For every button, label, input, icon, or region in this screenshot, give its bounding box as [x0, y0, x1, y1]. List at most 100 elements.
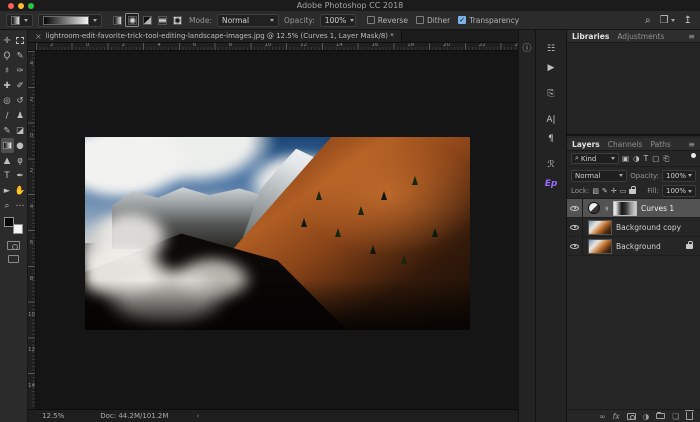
- extension-panel-icon[interactable]: Ep: [536, 174, 566, 193]
- filter-shape-layers-icon[interactable]: ▢: [652, 154, 659, 163]
- share-icon[interactable]: ↥: [684, 15, 692, 26]
- history-brush-tool[interactable]: ↺: [14, 93, 27, 108]
- reflected-gradient-button[interactable]: [155, 13, 169, 27]
- zoom-window-button[interactable]: [28, 3, 34, 9]
- lock-transparency-icon[interactable]: ▨: [592, 187, 599, 195]
- screen-mode-button[interactable]: [8, 255, 19, 263]
- background-color-swatch[interactable]: [13, 224, 23, 234]
- layer-name[interactable]: Curves 1: [641, 204, 674, 213]
- tab-libraries[interactable]: Libraries: [572, 32, 609, 41]
- blend-mode-select[interactable]: Normal: [571, 170, 627, 182]
- lock-artboard-icon[interactable]: ▭: [620, 187, 627, 195]
- filter-adjustment-layers-icon[interactable]: ◑: [633, 154, 640, 163]
- rectangular-marquee-tool[interactable]: [14, 33, 27, 48]
- tab-adjustments[interactable]: Adjustments: [617, 32, 664, 41]
- pattern-stamp-tool[interactable]: ♟: [14, 108, 27, 123]
- eye-icon[interactable]: [570, 242, 579, 251]
- character-panel-icon[interactable]: A|: [536, 110, 566, 129]
- hand-tool[interactable]: ✋: [14, 183, 27, 198]
- layer-row-background-copy[interactable]: Background copy: [567, 218, 700, 237]
- layer-name[interactable]: Background: [616, 242, 661, 251]
- layer-row-background[interactable]: Background: [567, 237, 700, 256]
- brush-tool[interactable]: ✐: [14, 78, 27, 93]
- type-tool[interactable]: T: [1, 168, 14, 183]
- layer-mask-thumbnail[interactable]: [613, 201, 637, 216]
- workspace-switcher-icon[interactable]: ❐: [660, 15, 675, 26]
- filter-smart-objects-icon[interactable]: ⎗: [663, 154, 669, 164]
- eye-icon[interactable]: [570, 223, 579, 232]
- gradient-picker[interactable]: [38, 14, 102, 27]
- clone-stamp-tool[interactable]: ◎: [1, 93, 14, 108]
- linear-gradient-button[interactable]: [110, 13, 124, 27]
- dither-checkbox-box[interactable]: [416, 16, 424, 24]
- dodge-tool[interactable]: φ: [14, 153, 27, 168]
- clone-source-panel-icon[interactable]: ⎘: [536, 84, 566, 103]
- foreground-color-swatch[interactable]: [4, 217, 14, 227]
- layer-row-curves[interactable]: ∞ Curves 1: [567, 199, 700, 218]
- filter-toggle-light[interactable]: [691, 153, 696, 158]
- reverse-checkbox[interactable]: Reverse: [367, 16, 408, 25]
- new-group-icon[interactable]: [656, 413, 665, 419]
- reverse-checkbox-box[interactable]: [367, 16, 375, 24]
- pen-tool[interactable]: ✒: [14, 168, 27, 183]
- mixer-brush-tool[interactable]: ∕: [1, 108, 14, 123]
- transparency-checkbox-box[interactable]: ✓: [458, 16, 466, 24]
- add-layer-mask-icon[interactable]: [627, 413, 636, 420]
- lock-pixels-icon[interactable]: ✎: [602, 187, 608, 195]
- layer-thumbnail[interactable]: [588, 220, 612, 235]
- fill-select[interactable]: 100%: [662, 185, 696, 197]
- mask-link-icon[interactable]: ∞: [603, 206, 610, 211]
- delete-layer-icon[interactable]: [686, 412, 693, 420]
- zoom-level-field[interactable]: 12.5%: [42, 412, 64, 420]
- art-history-brush-tool[interactable]: ✎: [1, 123, 14, 138]
- eyedropper-tool[interactable]: ✑: [14, 63, 27, 78]
- layers-opacity-select[interactable]: 100%: [662, 170, 696, 182]
- eraser-tool[interactable]: ◪: [14, 123, 27, 138]
- actions-panel-icon[interactable]: ▶: [536, 58, 566, 77]
- angle-gradient-button[interactable]: [140, 13, 154, 27]
- canvas[interactable]: [36, 51, 518, 409]
- quick-mask-button[interactable]: [7, 241, 20, 250]
- paragraph-panel-icon[interactable]: ¶: [536, 129, 566, 148]
- visibility-cell[interactable]: [567, 237, 583, 255]
- radial-gradient-button[interactable]: [125, 13, 139, 27]
- filter-kind-select[interactable]: ⌕ Kind: [571, 153, 619, 164]
- path-selection-tool[interactable]: ►: [1, 183, 14, 198]
- filter-pixel-layers-icon[interactable]: ▣: [622, 154, 629, 163]
- mode-select[interactable]: Normal: [217, 14, 279, 27]
- tab-channels[interactable]: Channels: [608, 140, 643, 149]
- new-layer-icon[interactable]: ❏: [672, 412, 679, 421]
- spot-healing-brush-tool[interactable]: ✚: [1, 78, 14, 93]
- filter-type-layers-icon[interactable]: T: [644, 154, 649, 163]
- crop-tool[interactable]: ♯: [1, 63, 14, 78]
- ruler-horizontal[interactable]: 2024681012141618202224: [36, 43, 518, 51]
- minimize-window-button[interactable]: [18, 3, 24, 9]
- panel-menu-icon[interactable]: ≡: [688, 32, 695, 41]
- opacity-select[interactable]: 100%: [320, 14, 356, 27]
- lock-all-icon[interactable]: [629, 189, 636, 194]
- glyphs-panel-icon[interactable]: ℛ: [536, 155, 566, 174]
- edit-toolbar-button[interactable]: ⋯: [14, 198, 27, 213]
- blur-tool[interactable]: ●: [14, 138, 27, 153]
- tab-paths[interactable]: Paths: [650, 140, 670, 149]
- zoom-tool[interactable]: ⌕: [1, 198, 14, 213]
- visibility-cell[interactable]: [567, 218, 583, 236]
- status-menu-chevron-icon[interactable]: ›: [196, 412, 199, 420]
- transparency-checkbox[interactable]: ✓Transparency: [458, 16, 519, 25]
- gradient-tool[interactable]: [1, 138, 14, 153]
- curves-adjustment-icon[interactable]: [588, 202, 600, 214]
- layer-name[interactable]: Background copy: [616, 223, 681, 232]
- close-window-button[interactable]: [8, 3, 14, 9]
- document-tab[interactable]: × lightroom-edit-favorite-trick-tool-edi…: [28, 30, 402, 42]
- lock-position-icon[interactable]: ✛: [611, 187, 617, 195]
- eye-icon[interactable]: [570, 204, 579, 213]
- tab-layers[interactable]: Layers: [572, 140, 600, 149]
- sharpen-tool[interactable]: ▲: [1, 153, 14, 168]
- landscape-photo[interactable]: [85, 137, 470, 330]
- dither-checkbox[interactable]: Dither: [416, 16, 450, 25]
- search-icon[interactable]: ⌕: [645, 15, 651, 26]
- new-adjustment-layer-icon[interactable]: ◑: [643, 412, 650, 421]
- tool-preset-picker[interactable]: [6, 14, 33, 27]
- info-panel-icon[interactable]: ⓘ: [522, 41, 531, 54]
- link-layers-icon[interactable]: ∞: [599, 412, 605, 421]
